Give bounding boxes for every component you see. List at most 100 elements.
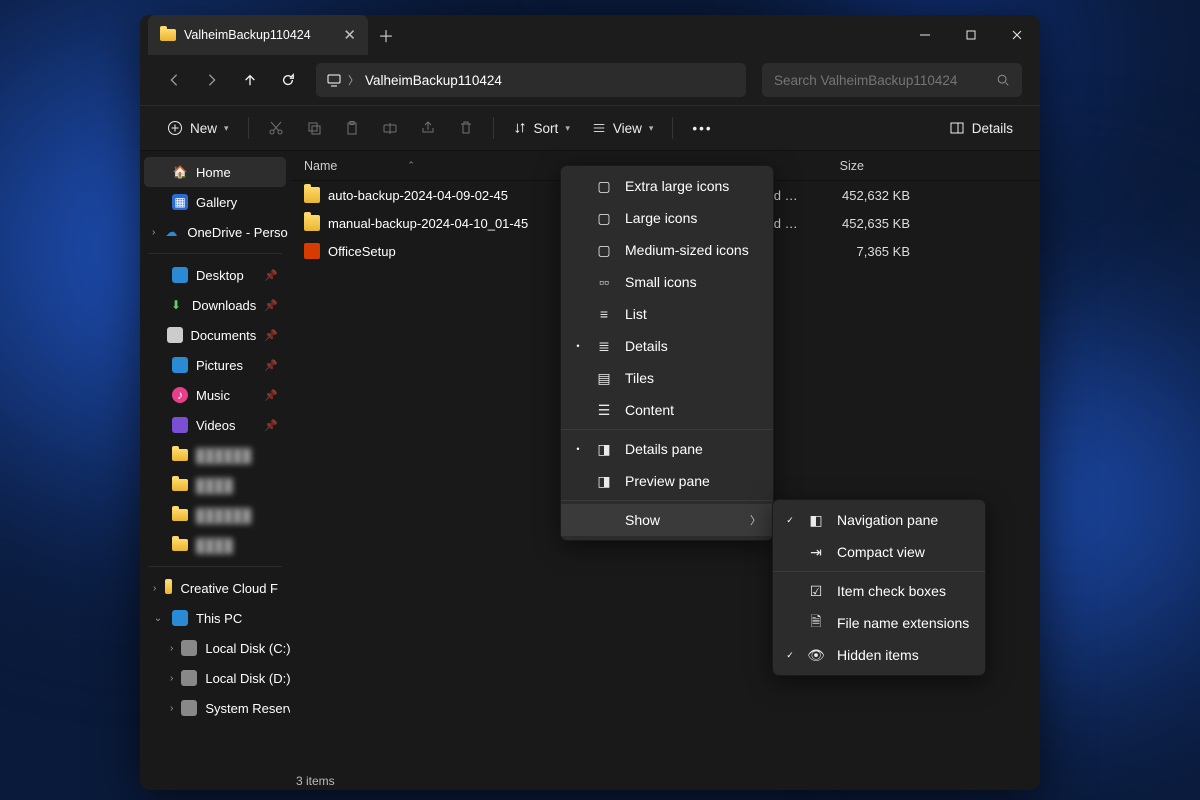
music-icon: ♪ xyxy=(172,387,188,403)
menu-item-item-check-boxes[interactable]: ☑Item check boxes xyxy=(773,575,985,607)
sidebar-item-downloads[interactable]: ⬇Downloads📌 xyxy=(144,290,286,320)
sidebar-item-pinned[interactable]: ██████ xyxy=(144,440,286,470)
gallery-icon: ▦ xyxy=(172,194,188,210)
sort-button[interactable]: Sort▾ xyxy=(504,112,579,144)
sidebar-item-drive-system[interactable]: ›System Reserv xyxy=(144,693,286,723)
pin-icon: 📌 xyxy=(264,389,278,402)
share-icon xyxy=(420,120,436,136)
new-button[interactable]: New▾ xyxy=(158,112,238,144)
copy-button[interactable] xyxy=(297,112,331,144)
sidebar-item-pinned[interactable]: ████ xyxy=(144,530,286,560)
menu-item-hidden-items[interactable]: ✓👁Hidden items xyxy=(773,639,985,671)
menu-item-content[interactable]: ☰Content xyxy=(561,394,773,426)
folder-icon xyxy=(172,449,188,461)
close-tab-icon[interactable]: ✕ xyxy=(343,26,356,44)
delete-button[interactable] xyxy=(449,112,483,144)
back-button[interactable] xyxy=(158,64,190,96)
cut-icon xyxy=(268,120,284,136)
details-pane-icon: ◨ xyxy=(595,441,613,458)
sidebar-item-onedrive[interactable]: ›☁OneDrive - Perso xyxy=(144,217,286,247)
search-input[interactable] xyxy=(774,73,996,88)
minimize-button[interactable] xyxy=(902,15,948,55)
col-size[interactable]: Size xyxy=(840,159,864,173)
pc-icon xyxy=(172,610,188,626)
new-tab-button[interactable]: ＋ xyxy=(368,15,404,55)
check-icon: ✓ xyxy=(785,515,795,526)
menu-item-medium-icons[interactable]: ▢Medium-sized icons xyxy=(561,234,773,266)
plus-circle-icon xyxy=(167,120,183,136)
menu-item-compact-view[interactable]: ⇥Compact view xyxy=(773,536,985,568)
menu-item-tiles[interactable]: ▤Tiles xyxy=(561,362,773,394)
hidden-icon: 👁 xyxy=(807,647,825,664)
sidebar-item-pinned[interactable]: ████ xyxy=(144,470,286,500)
menu-item-preview-pane[interactable]: ◨Preview pane xyxy=(561,465,773,497)
details-pane-button[interactable]: Details xyxy=(940,112,1022,144)
tab-active[interactable]: ValheimBackup110424 ✕ xyxy=(148,15,368,55)
chevron-right-icon: 〉 xyxy=(348,72,359,88)
more-button[interactable]: ••• xyxy=(683,112,721,144)
menu-item-large-icons[interactable]: ▢Large icons xyxy=(561,202,773,234)
sidebar-item-pictures[interactable]: Pictures📌 xyxy=(144,350,286,380)
menu-item-navigation-pane[interactable]: ✓◧Navigation pane xyxy=(773,504,985,536)
menu-item-small-icons[interactable]: ▫▫Small icons xyxy=(561,266,773,298)
menu-item-list[interactable]: ≡List xyxy=(561,298,773,330)
sidebar-item-pinned[interactable]: ██████ xyxy=(144,500,286,530)
cut-button[interactable] xyxy=(259,112,293,144)
up-button[interactable] xyxy=(234,64,266,96)
share-button[interactable] xyxy=(411,112,445,144)
sidebar-item-home[interactable]: 🏠Home xyxy=(144,157,286,187)
sort-icon xyxy=(513,121,527,135)
folder-icon xyxy=(172,509,188,521)
close-button[interactable] xyxy=(994,15,1040,55)
desktop-icon xyxy=(172,267,188,283)
rename-icon xyxy=(382,120,398,136)
status-bar: 3 items xyxy=(296,774,335,788)
menu-item-extra-large-icons[interactable]: ▢Extra large icons xyxy=(561,170,773,202)
content-icon: ☰ xyxy=(595,402,613,419)
toolbar: New▾ Sort▾ View▾ ••• Details xyxy=(140,105,1040,151)
sidebar-item-documents[interactable]: Documents📌 xyxy=(144,320,286,350)
copy-icon xyxy=(306,120,322,136)
details-pane-icon xyxy=(949,120,965,136)
folder-icon xyxy=(160,29,176,41)
refresh-button[interactable] xyxy=(272,64,304,96)
sidebar-item-creative-cloud[interactable]: ›Creative Cloud F xyxy=(144,573,286,603)
documents-icon xyxy=(167,327,183,343)
pin-icon: 📌 xyxy=(264,329,278,342)
sidebar-item-music[interactable]: ♪Music📌 xyxy=(144,380,286,410)
pin-icon: 📌 xyxy=(264,269,278,282)
menu-item-show[interactable]: Show〉 xyxy=(561,504,773,536)
folder-icon xyxy=(304,215,320,231)
menu-item-file-name-extensions[interactable]: 🗎File name extensions xyxy=(773,607,985,639)
pictures-icon xyxy=(172,357,188,373)
folder-icon xyxy=(304,187,320,203)
sidebar-item-drive-c[interactable]: ›Local Disk (C:) xyxy=(144,633,286,663)
preview-pane-icon: ◨ xyxy=(595,473,613,490)
search-box[interactable] xyxy=(762,63,1022,97)
folder-icon xyxy=(172,479,188,491)
sidebar-item-videos[interactable]: Videos📌 xyxy=(144,410,286,440)
sidebar-item-gallery[interactable]: ▦Gallery xyxy=(144,187,286,217)
sidebar-item-this-pc[interactable]: ⌄This PC xyxy=(144,603,286,633)
breadcrumb[interactable]: 〉 ValheimBackup110424 xyxy=(316,63,746,97)
menu-item-details[interactable]: •≣Details xyxy=(561,330,773,362)
pin-icon: 📌 xyxy=(264,359,278,372)
view-icon xyxy=(592,121,606,135)
downloads-icon: ⬇ xyxy=(168,297,184,313)
forward-button[interactable] xyxy=(196,64,228,96)
s-icons-icon: ▫▫ xyxy=(595,274,613,290)
menu-item-details-pane[interactable]: •◨Details pane xyxy=(561,433,773,465)
tiles-icon: ▤ xyxy=(595,370,613,387)
check-icon: ✓ xyxy=(785,650,795,661)
col-name[interactable]: Name xyxy=(304,159,337,173)
sidebar-item-desktop[interactable]: Desktop📌 xyxy=(144,260,286,290)
sidebar-item-drive-d[interactable]: ›Local Disk (D:) xyxy=(144,663,286,693)
nav-pane-icon: ◧ xyxy=(807,512,825,529)
view-button[interactable]: View▾ xyxy=(583,112,663,144)
onedrive-icon: ☁ xyxy=(163,224,179,240)
list-icon: ≡ xyxy=(595,306,613,322)
paste-button[interactable] xyxy=(335,112,369,144)
rename-button[interactable] xyxy=(373,112,407,144)
address-bar: 〉 ValheimBackup110424 xyxy=(140,55,1040,105)
maximize-button[interactable] xyxy=(948,15,994,55)
